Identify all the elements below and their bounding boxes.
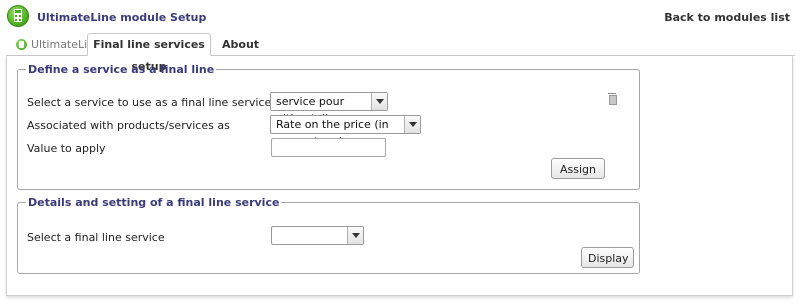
page-title: UltimateLine module Setup xyxy=(37,11,207,24)
calculator-icon xyxy=(7,5,29,27)
assign-button[interactable]: Assign xyxy=(551,158,605,179)
final-line-select-label: Select a final line service xyxy=(27,231,165,244)
section-legend: Define a service as a final line xyxy=(28,63,215,76)
tab-about[interactable]: About xyxy=(222,34,259,55)
service-select-label: Select a service to use as a final line … xyxy=(27,96,272,109)
display-button[interactable]: Display xyxy=(581,247,634,268)
value-to-apply-input[interactable] xyxy=(271,138,386,157)
tab-label: About xyxy=(222,38,260,51)
back-to-modules-link[interactable]: Back to modules list xyxy=(664,11,790,24)
association-select[interactable]: Rate on the price (in percentage) xyxy=(270,115,421,148)
service-select[interactable]: service pour ultimateline xyxy=(270,92,388,125)
value-label: Value to apply xyxy=(27,142,106,155)
section-legend: Details and setting of a final line serv… xyxy=(28,196,280,209)
chevron-down-icon xyxy=(347,227,363,244)
trash-icon[interactable] xyxy=(608,93,617,105)
final-line-service-select[interactable] xyxy=(271,226,364,245)
chevron-down-icon xyxy=(371,93,387,110)
chevron-down-icon xyxy=(404,116,420,133)
association-label: Associated with products/services as xyxy=(27,119,230,132)
calculator-icon xyxy=(16,39,27,50)
tab-final-line-services-setup[interactable]: Final line services setup xyxy=(87,33,211,73)
